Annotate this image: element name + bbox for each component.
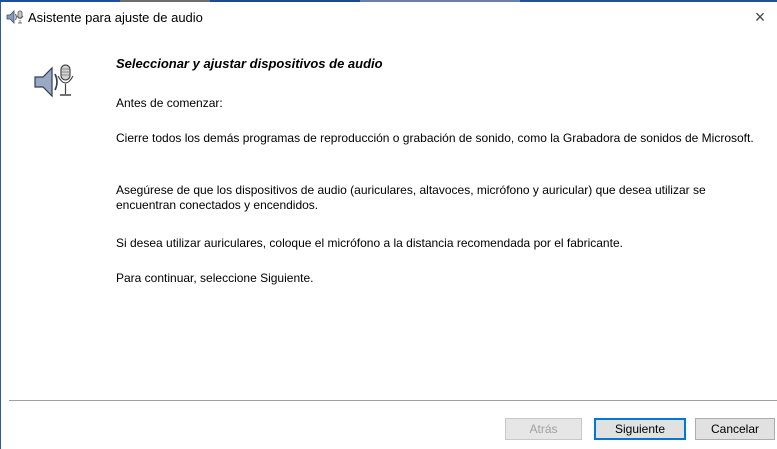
window-title: Asistente para ajuste de audio [28, 10, 203, 25]
cancel-button[interactable]: Cancelar [695, 418, 775, 440]
close-button[interactable]: × [743, 2, 777, 32]
instruction-continue: Para continuar, seleccione Siguiente. [116, 271, 314, 285]
footer-divider [9, 400, 777, 402]
close-icon: × [754, 7, 766, 27]
window-left-border [0, 2, 1, 449]
instruction-connect-devices: Asegúrese de que los dispositivos de aud… [116, 183, 706, 212]
instruction-close-programs: Cierre todos los demás programas de repr… [116, 131, 754, 145]
intro-text: Antes de comenzar: [116, 96, 223, 110]
page-heading: Seleccionar y ajustar dispositivos de au… [116, 56, 383, 71]
speaker-microphone-icon [6, 9, 24, 25]
back-button[interactable]: Atrás [505, 418, 582, 440]
title-bar[interactable]: Asistente para ajuste de audio × [1, 2, 777, 32]
instruction-microphone-distance: Si desea utilizar auriculares, coloque e… [116, 236, 623, 250]
audio-wizard-icon [33, 62, 77, 102]
next-button[interactable]: Siguiente [594, 418, 686, 440]
